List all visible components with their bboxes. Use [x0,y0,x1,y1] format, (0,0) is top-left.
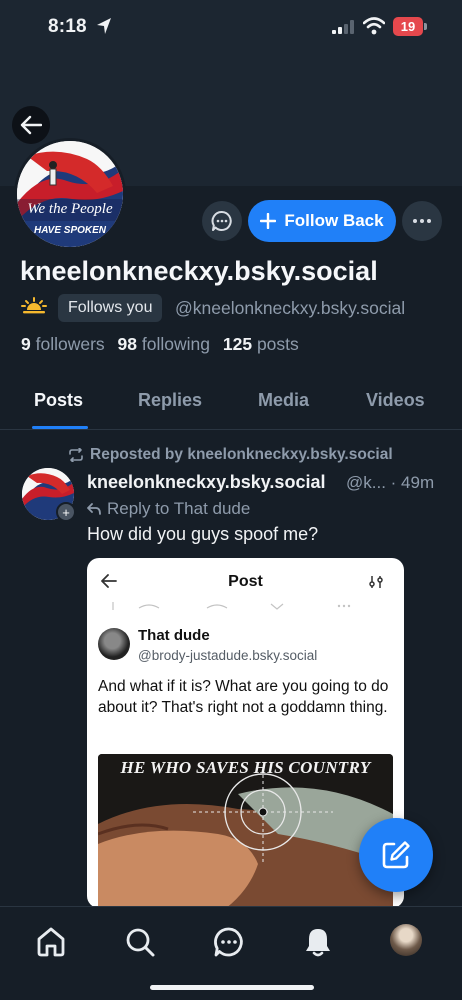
profile-tabs: Posts Replies Media Videos [0,376,462,430]
followers-label[interactable]: followers [36,334,105,354]
profile-handle: @kneelonkneckxy.bsky.social [175,298,406,318]
tab-replies[interactable]: Replies [138,390,202,411]
back-button[interactable] [12,106,50,144]
embed-body-text: And what if it is? What are you going to… [98,678,389,716]
compose-post-button[interactable] [359,818,433,892]
svg-text:We the People: We the People [27,201,113,217]
followers-count[interactable]: 9 [21,334,31,354]
embed-author-name: That dude [138,627,210,644]
reply-to-label: Reply to That dude [107,499,251,518]
reply-to-line[interactable]: Reply to That dude [87,499,250,519]
chat-icon [214,927,243,957]
post-embedded-image[interactable]: Post That dude @brody-justadude.bsky.soc… [87,558,404,908]
tab-media[interactable]: Media [258,390,309,411]
embed-author-handle: @brody-justadude.bsky.social [138,648,318,663]
post-text: How did you guys spoof me? [87,524,319,544]
profile-avatar[interactable]: We the People HAVE SPOKEN [14,138,126,250]
ellipsis-icon [413,219,431,223]
more-options-button[interactable] [402,201,442,241]
meme-caption: HE WHO SAVES HIS COUNTRY [120,758,371,777]
follow-back-label: Follow Back [284,211,384,230]
embed-header: Post [87,558,404,604]
posts-label: posts [256,334,299,354]
nav-home[interactable] [34,925,68,959]
tab-videos[interactable]: Videos [366,390,425,411]
repost-label: Reposted by kneelonkneckxy.bsky.social [90,446,393,463]
status-bar: 8:18 19 [0,0,462,56]
embed-filter-icon [369,576,383,588]
following-count[interactable]: 98 [118,334,137,354]
reply-arrow-icon [87,503,101,515]
svg-text:HAVE SPOKEN: HAVE SPOKEN [34,225,107,236]
sun-icon [21,297,47,314]
plus-icon [260,213,277,229]
post-handle-time: @k... · 49m [346,473,435,492]
signal-icon [332,20,354,34]
profile-display-name: kneelonkneckxy.bsky.social [20,256,378,286]
battery-nub [424,23,427,30]
follow-back-button[interactable]: Follow Back [248,200,396,242]
search-icon [126,928,155,957]
post-author-name[interactable]: kneelonkneckxy.bsky.social [87,472,325,493]
embed-faint-action-icons [112,602,351,610]
follows-you-badge: Follows you [58,294,163,322]
repost-indicator[interactable]: Reposted by kneelonkneckxy.bsky.social [68,446,393,464]
status-time: 8:18 [48,16,87,37]
nav-search[interactable] [123,925,157,959]
compose-icon [382,841,410,869]
home-indicator [150,985,314,990]
embed-author-avatar [98,628,130,660]
bell-icon [306,929,330,957]
battery-icon: 19 [393,17,423,36]
following-label[interactable]: following [142,334,210,354]
posts-count: 125 [222,334,253,354]
wifi-icon [363,17,385,35]
nav-profile-avatar[interactable] [390,924,422,956]
we-the-people-logo: We the People HAVE SPOKEN [17,141,123,247]
repost-icon [69,448,83,462]
tab-posts[interactable]: Posts [34,390,83,411]
embed-title: Post [228,573,263,590]
nav-chat[interactable] [212,925,246,959]
home-icon [37,927,65,957]
message-button[interactable] [202,201,242,241]
active-tab-indicator [32,426,88,429]
follow-author-plus-icon[interactable]: + [56,502,76,522]
location-arrow-icon [97,18,111,34]
arrow-left-icon [20,115,42,135]
chat-bubble-icon [211,211,232,231]
profile-stats: 9 followers 98 following 125 posts [21,334,299,355]
embed-meme-image: HE WHO SAVES HIS COUNTRY [98,754,393,908]
nav-notifications[interactable] [301,925,335,959]
